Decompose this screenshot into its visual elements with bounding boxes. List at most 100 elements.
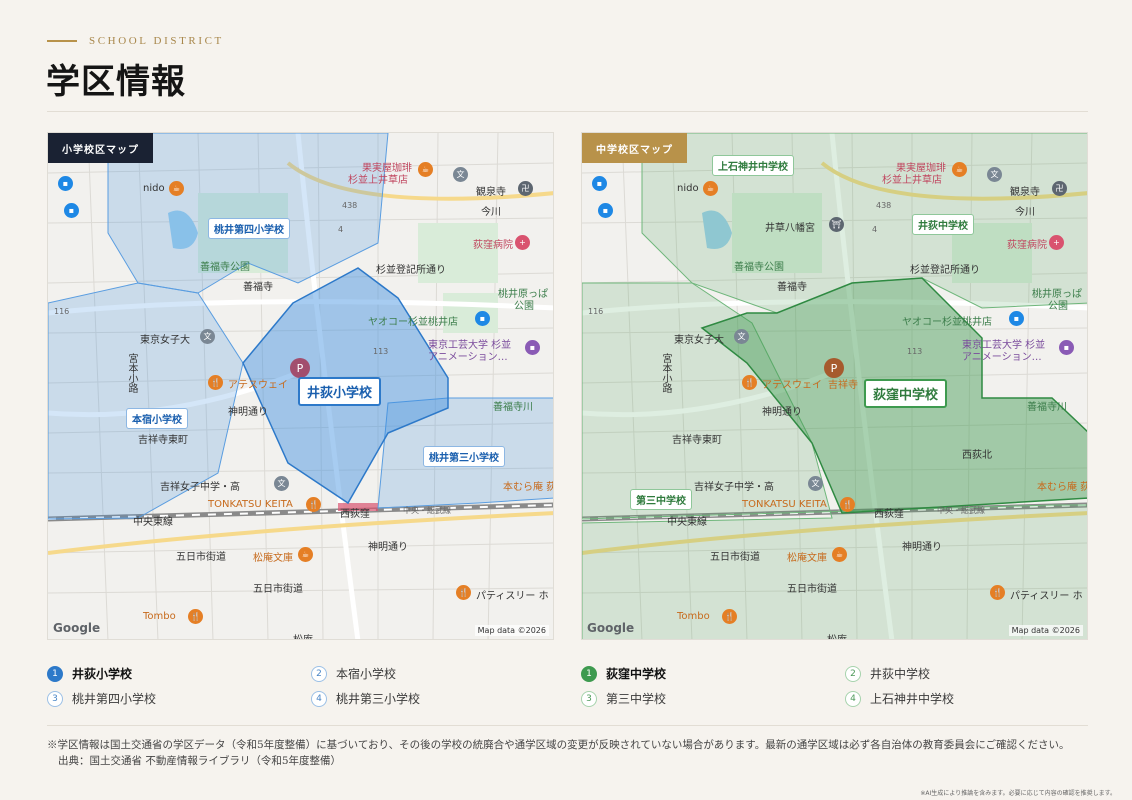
school-label-momoi4[interactable]: 桃井第四小学校 xyxy=(208,218,290,239)
school-label-daisan[interactable]: 第三中学校 xyxy=(630,489,692,510)
school-label-ogikubo-main[interactable]: 荻窪中学校 xyxy=(864,379,948,408)
place-label: アニメーション… xyxy=(428,352,508,363)
legend-item[interactable]: 3 桃井第四小学校 xyxy=(47,690,156,707)
place-label: 杉並上井草店 xyxy=(348,175,408,186)
place-label: 杉並登記所通り xyxy=(910,265,980,276)
place-label: 本むら庵 荻 xyxy=(1037,482,1088,493)
temple-icon: 文 xyxy=(987,167,1002,182)
place-label: 五日市街道 xyxy=(253,584,303,595)
legend-item[interactable]: 2 井荻中学校 xyxy=(845,665,930,682)
route-shield: 438 xyxy=(876,201,892,210)
place-label: 中央・総武線 xyxy=(937,506,985,515)
junior-high-legend: 1 荻窪中学校 2 井荻中学校 3 第三中学校 4 上石神井中学校 xyxy=(581,660,1088,712)
legend-school-name: 井荻小学校 xyxy=(72,667,133,681)
map-attribution: Map data ©2026 xyxy=(1008,625,1083,636)
place-label: アテスウェイ xyxy=(228,380,288,391)
elementary-legend: 1 井荻小学校 2 本宿小学校 3 桃井第四小学校 4 桃井第三小学校 xyxy=(47,660,554,712)
place-label: 神明通り xyxy=(368,542,408,553)
place-label: 吉祥寺 xyxy=(828,380,858,391)
map-tag: 中学校区マップ xyxy=(582,133,687,163)
hospital-icon: + xyxy=(1049,235,1064,250)
place-label: 神明通り xyxy=(762,407,802,418)
place-label: パティスリー ホ xyxy=(476,591,549,602)
legend-number: 4 xyxy=(845,690,861,707)
place-label: 今川 xyxy=(481,207,501,218)
legend-item[interactable]: 4 上石神井中学校 xyxy=(845,690,954,707)
place-label: 西荻窪 xyxy=(874,509,904,520)
legend-school-name: 第三中学校 xyxy=(606,692,667,706)
map-pin[interactable]: P xyxy=(824,358,844,378)
restaurant-icon: 🍴 xyxy=(188,609,203,624)
map-pin[interactable]: P xyxy=(290,358,310,378)
route-shield: 113 xyxy=(907,347,923,356)
map-tag: 小学校区マップ xyxy=(48,133,153,163)
place-label: アテスウェイ xyxy=(762,380,822,391)
legend-school-name: 荻窪中学校 xyxy=(606,667,667,681)
legend-number: 1 xyxy=(581,665,597,682)
cafe-icon: ☕ xyxy=(298,547,313,562)
junior-high-district-map[interactable]: 中学校区マップ ☕ 果実屋珈琲 杉並上井草店 文 観泉寺 卍 今川 荻窪病院 +… xyxy=(581,132,1088,640)
place-label: Tombo xyxy=(143,611,176,622)
legend-item[interactable]: 4 桃井第三小学校 xyxy=(311,690,420,707)
place-label: 観泉寺 xyxy=(1010,187,1040,198)
ai-footnote: ※AI生成により推論を含みます。必要に応じて内容の確認を推奨します。 xyxy=(920,790,1116,797)
restaurant-icon: 🍴 xyxy=(990,585,1005,600)
eyebrow-rule xyxy=(47,40,77,42)
place-label: 松庵文庫 xyxy=(253,553,293,564)
elementary-district-map[interactable]: 小学校区マップ ☕ 果実屋珈琲 杉並上井草店 文 観泉寺 卍 今川 荻窪病院 +… xyxy=(47,132,554,640)
place-label: nido xyxy=(143,183,165,194)
place-label: 善福寺川 xyxy=(1027,402,1067,413)
legend-number: 4 xyxy=(311,690,327,707)
place-label: 西荻窪 xyxy=(340,509,370,520)
school-label-kamishakujii[interactable]: 上石神井中学校 xyxy=(712,155,794,176)
legend-item[interactable]: 1 荻窪中学校 xyxy=(581,665,666,682)
school-label-momoi3[interactable]: 桃井第三小学校 xyxy=(423,446,505,467)
restaurant-icon: 🍴 xyxy=(742,375,757,390)
data-source: 出典：国土交通省 不動産情報ライブラリ（令和5年度整備） xyxy=(58,755,342,767)
place-label: 西荻北 xyxy=(962,450,992,461)
map-attribution: Map data ©2026 xyxy=(474,625,549,636)
place-label: 観泉寺 xyxy=(476,187,506,198)
shop-icon: ▪ xyxy=(1009,311,1024,326)
route-shield: 116 xyxy=(54,307,70,316)
legend-item[interactable]: 3 第三中学校 xyxy=(581,690,666,707)
cafe-icon: ☕ xyxy=(169,181,184,196)
header-divider xyxy=(47,111,1088,112)
place-label: 本むら庵 荻 xyxy=(503,482,554,493)
legend-number: 1 xyxy=(47,665,63,682)
place-label: 善福寺川 xyxy=(493,402,533,413)
cafe-icon: ☕ xyxy=(418,162,433,177)
school-label-honjuku[interactable]: 本宿小学校 xyxy=(126,408,188,429)
legend-item[interactable]: 2 本宿小学校 xyxy=(311,665,396,682)
page-title: 学区情報 xyxy=(46,62,186,102)
legend-item[interactable]: 1 井荻小学校 xyxy=(47,665,132,682)
place-label: 杉並登記所通り xyxy=(376,265,446,276)
place-label: 荻窪病院 xyxy=(1007,240,1047,251)
school-icon: 文 xyxy=(274,476,289,491)
eyebrow-text: SCHOOL DISTRICT xyxy=(89,35,224,47)
place-label: ヤオコー杉並桃井店 xyxy=(368,317,458,328)
place-label: 吉祥女子中学・高 xyxy=(694,482,774,493)
restaurant-icon: 🍴 xyxy=(840,497,855,512)
hospital-icon: + xyxy=(515,235,530,250)
restaurant-icon: 🍴 xyxy=(722,609,737,624)
route-shield: 4 xyxy=(338,225,344,234)
legend-school-name: 本宿小学校 xyxy=(336,667,397,681)
legend-school-name: 桃井第三小学校 xyxy=(336,692,421,706)
temple-icon: 卍 xyxy=(518,181,533,196)
place-label: 宮本小路 xyxy=(660,353,671,393)
place-label: 中央東線 xyxy=(133,517,173,528)
legend-school-name: 上石神井中学校 xyxy=(870,692,955,706)
school-label-iogi-main[interactable]: 井荻小学校 xyxy=(298,377,382,406)
place-label: 杉並上井草店 xyxy=(882,175,942,186)
cafe-icon: ☕ xyxy=(703,181,718,196)
cafe-icon: ☕ xyxy=(952,162,967,177)
place-label: 宮本小路 xyxy=(126,353,137,393)
lock-icon: ▪ xyxy=(598,203,613,218)
place-label: 東京女子大 xyxy=(140,335,190,346)
school-icon: 文 xyxy=(200,329,215,344)
place-label: nido xyxy=(677,183,699,194)
place-label: 公園 xyxy=(514,301,534,312)
school-label-iogi-jh[interactable]: 井荻中学校 xyxy=(912,214,974,235)
shop-icon: ▪ xyxy=(475,311,490,326)
